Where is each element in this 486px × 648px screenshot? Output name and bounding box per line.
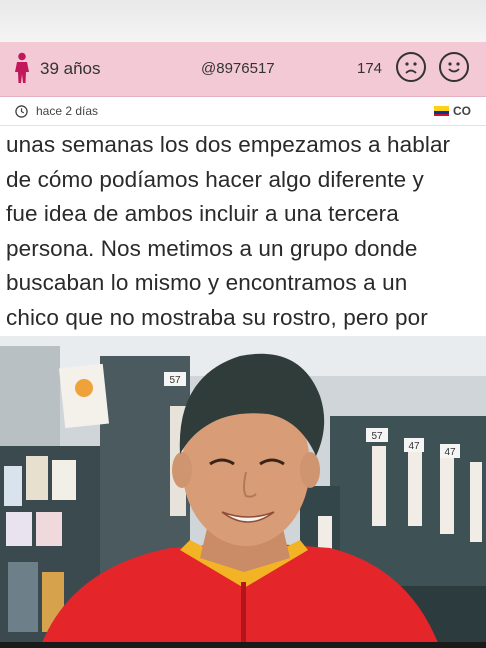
svg-text:47: 47: [408, 441, 420, 452]
confession-card: 39 años @8976517 174 hace 2 días CO unas…: [0, 42, 486, 336]
post-line: chico que no mostraba su rostro, pero po…: [6, 304, 428, 330]
post-meta: hace 2 días CO: [0, 97, 486, 126]
age-label: 39 años: [40, 59, 101, 78]
attached-photo: 57 57 47 47: [0, 336, 486, 648]
shelf-tag: 57: [366, 428, 388, 442]
vote-count: 174: [357, 60, 383, 77]
person-icon: [15, 52, 29, 83]
username[interactable]: @8976517: [201, 60, 275, 77]
colombia-flag-icon: [434, 106, 449, 116]
sad-face-icon[interactable]: [396, 52, 426, 82]
country-code: CO: [453, 104, 471, 118]
time-ago: hace 2 días: [36, 104, 99, 118]
svg-text:57: 57: [371, 431, 383, 442]
post-line: persona. Nos metimos a un grupo donde: [6, 235, 418, 261]
post-line: unas semanas los dos empezamos a hablar: [6, 132, 451, 157]
happy-face-icon[interactable]: [439, 52, 469, 82]
photo-illustration: 57 57 47 47: [0, 336, 486, 648]
clock-icon: [15, 105, 28, 118]
top-blur-bar: [0, 0, 486, 42]
post-header: 39 años @8976517 174: [0, 42, 486, 97]
shelf-tag: 47: [404, 438, 424, 452]
post-line: de cómo podíamos hacer algo diferente y: [6, 166, 424, 192]
post-body: unas semanas los dos empezamos a hablar …: [6, 128, 484, 335]
shelf-tag: 47: [440, 444, 460, 458]
svg-text:57: 57: [169, 375, 181, 386]
svg-text:47: 47: [444, 447, 456, 458]
post-line: fue idea de ambos incluir a una tercera: [6, 201, 399, 226]
shelf-tag: 57: [164, 372, 186, 386]
post-line: buscaban lo mismo y encontramos a un: [6, 270, 408, 295]
